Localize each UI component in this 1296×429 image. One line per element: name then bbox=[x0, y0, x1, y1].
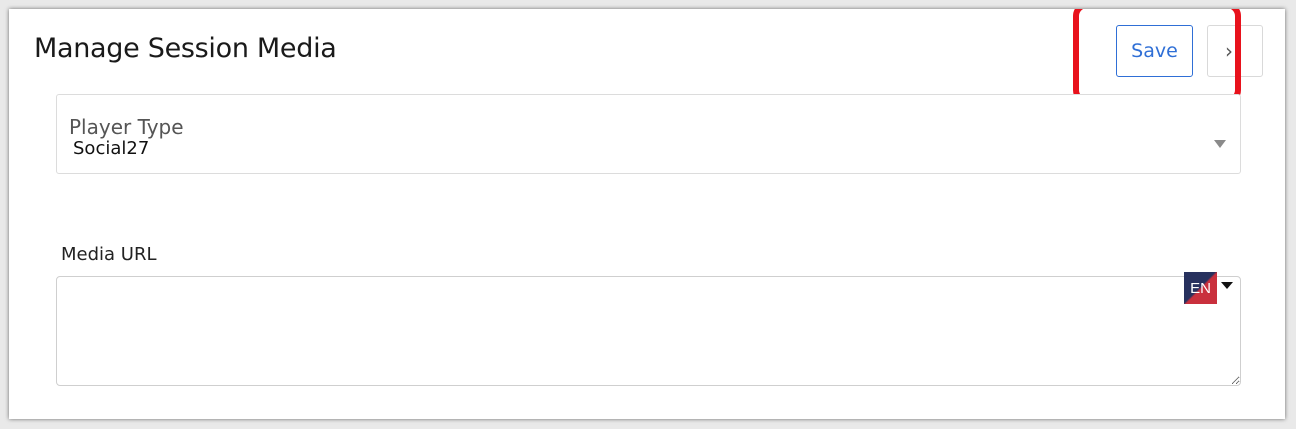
media-url-input[interactable] bbox=[56, 276, 1241, 386]
player-type-select[interactable]: Player Type Social27 bbox=[56, 94, 1241, 174]
player-type-value: Social27 bbox=[73, 138, 150, 159]
media-url-label: Media URL bbox=[61, 244, 157, 265]
next-button[interactable]: › bbox=[1207, 25, 1263, 77]
page-title: Manage Session Media bbox=[34, 33, 337, 64]
player-type-label: Player Type bbox=[69, 115, 184, 139]
chevron-right-icon: › bbox=[1225, 39, 1233, 63]
caret-down-icon bbox=[1214, 140, 1226, 148]
language-selector[interactable]: EN bbox=[1184, 272, 1217, 304]
language-caret-down-icon[interactable] bbox=[1221, 282, 1233, 289]
save-button[interactable]: Save bbox=[1116, 25, 1193, 77]
manage-session-media-panel: Manage Session Media Save › Player Type … bbox=[9, 9, 1285, 419]
